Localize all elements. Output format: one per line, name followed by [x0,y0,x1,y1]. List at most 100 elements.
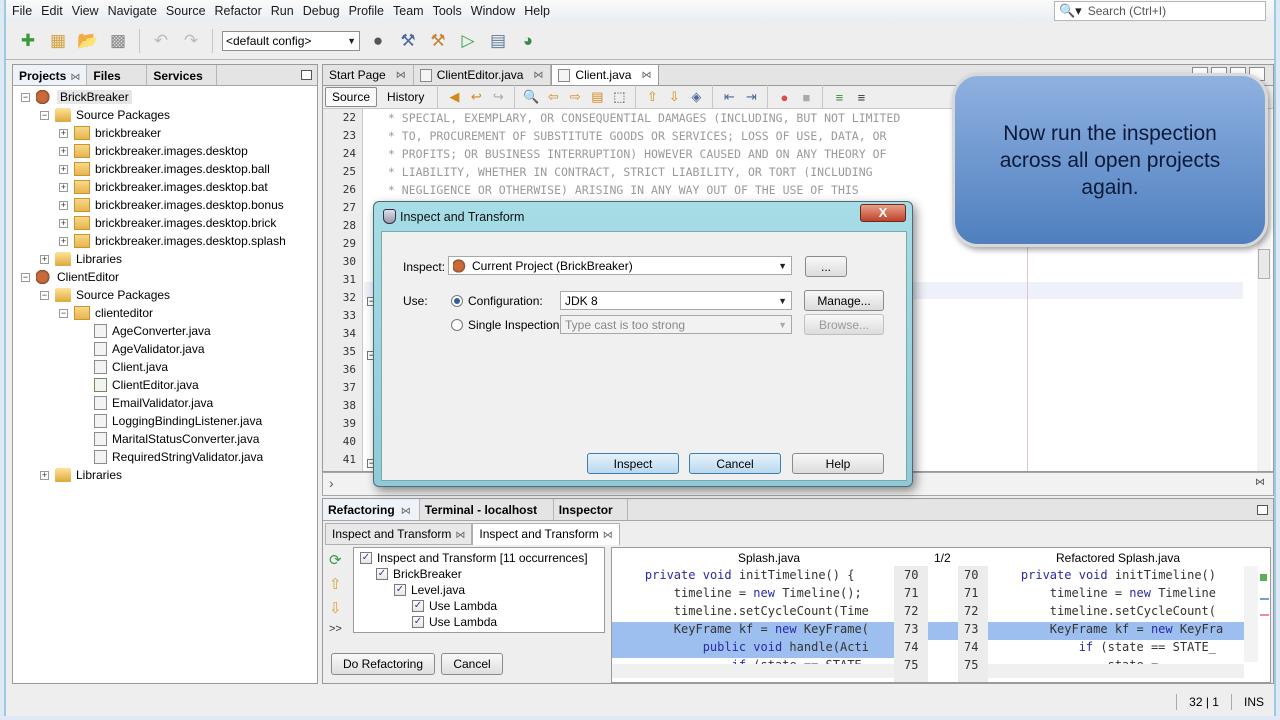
tree-node[interactable]: − clienteditor [59,304,153,322]
undo-icon[interactable]: ↶ [149,29,173,53]
tab-inspector[interactable]: Inspector [554,499,628,520]
tree-node[interactable]: EmailValidator.java [79,394,213,412]
checkbox[interactable]: ✓ [394,584,406,596]
scrollbar-thumb[interactable] [1258,249,1270,279]
checkbox[interactable]: ✓ [376,568,388,580]
result-node[interactable]: ✓ Use Lambda [412,598,497,614]
checkbox[interactable]: ✓ [412,600,424,612]
close-project-icon[interactable]: ▩ [106,29,130,53]
expand-icon[interactable]: + [40,254,49,264]
new-project-icon[interactable]: ▦ [46,29,70,53]
collapse-icon[interactable]: − [59,308,68,318]
comment-icon[interactable]: ≡ [830,88,848,106]
tree-node[interactable]: LoggingBindingListener.java [79,412,262,430]
configuration-combo[interactable]: JDK 8 ▼ [560,291,792,310]
menu-navigate[interactable]: Navigate [108,4,157,18]
expand-icon[interactable]: + [59,200,68,210]
tree-node[interactable]: + brickbreaker.images.desktop.bonus [59,196,284,214]
single-inspection-radio[interactable] [451,319,463,331]
tab-start-page[interactable]: Start Page ⋈ [323,65,414,85]
previous-occurrence-icon[interactable]: ⇧ [329,575,342,593]
minimize-button[interactable] [301,70,312,80]
expand-icon[interactable]: + [59,128,68,138]
result-node[interactable]: ✓ BrickBreaker [376,566,462,582]
checkbox[interactable]: ✓ [412,616,424,628]
cancel-refactoring-button[interactable]: Cancel [441,653,503,675]
run-icon[interactable]: ▷ [456,29,480,53]
more-icon[interactable]: >> [329,623,342,635]
tree-node[interactable]: + brickbreaker.images.desktop.ball [59,160,270,178]
toggle-bookmark-icon[interactable]: ◈ [687,88,705,106]
back-icon[interactable]: ↩ [467,88,485,106]
inspect-scope-browse-button[interactable]: ... [805,256,847,277]
close-icon[interactable]: ⋈ [533,70,543,81]
find-icon[interactable]: 🔍 [522,88,540,106]
profile-icon[interactable]: ◕ [516,29,540,53]
tree-node[interactable]: + brickbreaker.images.desktop.bat [59,178,268,196]
result-node[interactable]: ✓ Inspect and Transform [11 occurrences] [360,550,588,566]
uncomment-icon[interactable]: ≡ [852,88,870,106]
debug-icon[interactable]: ▤ [486,29,510,53]
help-button[interactable]: Help [792,453,884,474]
menu-refactor[interactable]: Refactor [215,4,262,18]
tree-node[interactable]: AgeValidator.java [79,340,205,358]
search-box[interactable]: 🔍▾ Search (Ctrl+I) [1054,1,1266,21]
tree-node[interactable]: AgeConverter.java [79,322,211,340]
tree-node[interactable]: + brickbreaker [59,124,161,142]
collapse-icon[interactable]: − [21,272,30,282]
tree-node[interactable]: + brickbreaker.images.desktop [59,142,248,160]
collapse-icon[interactable]: − [40,110,49,120]
configuration-radio[interactable] [451,295,463,307]
expand-icon[interactable]: + [59,218,68,228]
stop-macro-icon[interactable]: ■ [797,88,815,106]
menu-debug[interactable]: Debug [303,4,340,18]
result-node[interactable]: ✓ Level.java [394,582,465,598]
config-combo[interactable]: <default config> ▼ [222,30,360,51]
inspect-scope-combo[interactable]: Current Project (BrickBreaker) ▼ [448,256,792,275]
expand-chevron-icon[interactable]: › [329,475,334,491]
dialog-close-button[interactable]: X [860,204,906,222]
manage-button[interactable]: Manage... [804,290,884,311]
menu-file[interactable]: File [12,4,32,18]
next-occurrence-icon[interactable]: ⇩ [329,599,342,617]
tree-node[interactable]: RequiredStringValidator.java [79,448,263,466]
close-icon[interactable]: ⋈ [401,506,411,517]
menu-edit[interactable]: Edit [41,4,63,18]
tree-node[interactable]: MaritalStatusConverter.java [79,430,259,448]
tab-terminal[interactable]: Terminal - localhost [420,499,554,520]
close-icon[interactable]: ⋈ [455,530,465,541]
tree-node[interactable]: − BrickBreaker [21,88,132,106]
menu-source[interactable]: Source [166,4,206,18]
tree-node[interactable]: − Source Packages [40,106,170,124]
tab-services[interactable]: Services [147,65,218,85]
collapse-icon[interactable]: − [40,290,49,300]
inspect-button[interactable]: Inspect [587,453,679,474]
tab-refactoring[interactable]: Refactoring ⋈ [323,499,420,520]
tab-clienteditor-java[interactable]: ClientEditor.java ⋈ [414,65,552,85]
start-macro-icon[interactable]: ● [775,88,793,106]
menu-profile[interactable]: Profile [349,4,384,18]
do-refactoring-button[interactable]: Do Refactoring [331,653,435,675]
find-next-icon[interactable]: ⇨ [566,88,584,106]
shift-right-icon[interactable]: ⇥ [742,88,760,106]
tab-client-java[interactable]: Client.java ⋈ [551,64,660,85]
tree-node[interactable]: − Source Packages [40,286,170,304]
menu-tools[interactable]: Tools [433,4,462,18]
tree-node[interactable]: + Libraries [40,250,122,268]
close-icon[interactable]: ⋈ [1255,477,1265,488]
result-node[interactable]: ✓ Use Lambda [412,614,497,630]
subtab-inspect-transform-1[interactable]: Inspect and Transform ⋈ [325,523,473,545]
minimize-button[interactable] [1257,505,1268,515]
close-icon[interactable]: ⋈ [396,70,406,81]
find-previous-icon[interactable]: ⇦ [544,88,562,106]
tree-node[interactable]: + brickbreaker.images.desktop.splash [59,232,286,250]
collapse-icon[interactable]: − [21,92,30,102]
forward-icon[interactable]: ↪ [489,88,507,106]
source-button[interactable]: Source [325,87,378,107]
tree-node[interactable]: − ClientEditor [21,268,119,286]
clean-build-icon[interactable]: ⚒ [426,29,450,53]
menu-window[interactable]: Window [471,4,515,18]
next-bookmark-icon[interactable]: ⇩ [665,88,683,106]
new-file-icon[interactable]: ✚ [16,29,40,53]
close-icon[interactable]: ⋈ [641,70,651,81]
